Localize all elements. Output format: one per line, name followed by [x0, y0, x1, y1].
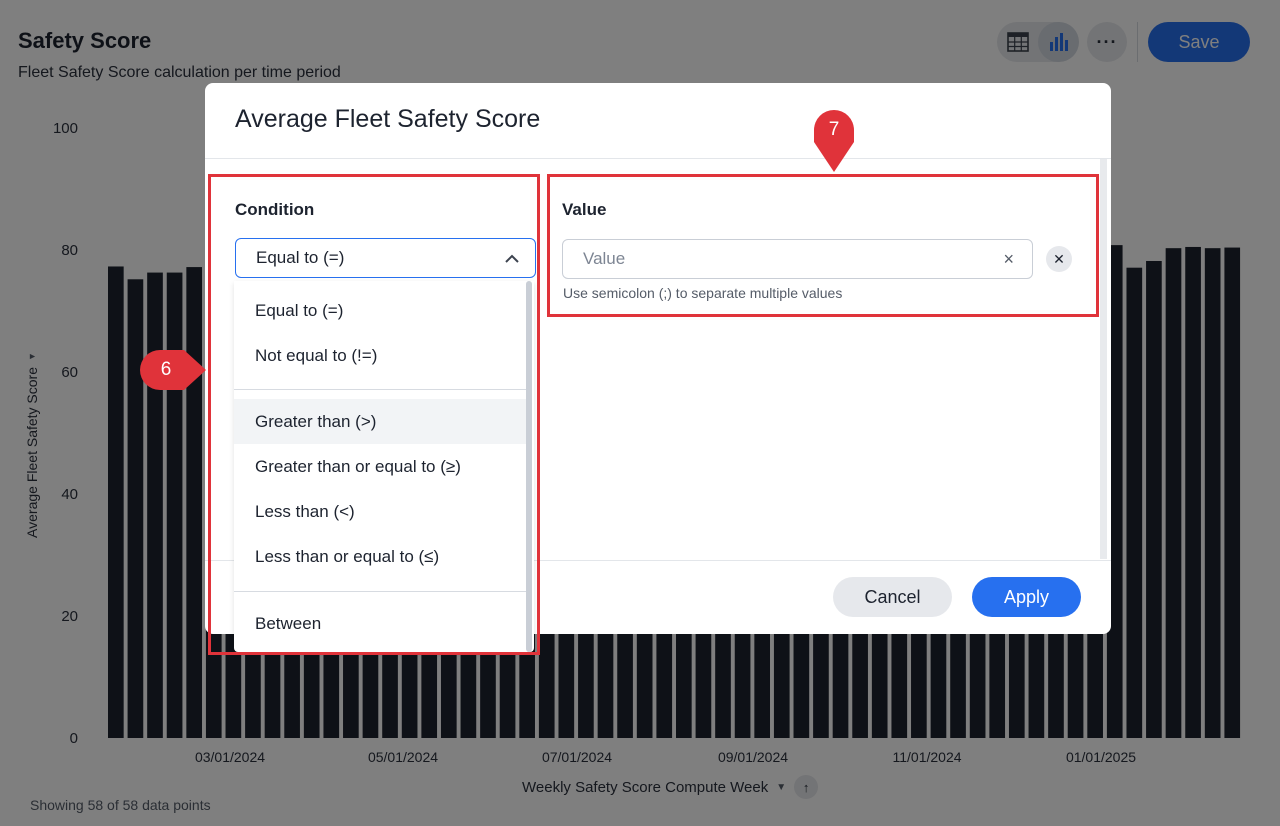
modal-header-divider	[205, 158, 1111, 159]
cancel-button[interactable]: Cancel	[833, 577, 952, 617]
modal-title: Average Fleet Safety Score	[235, 105, 541, 133]
callout-box-condition	[208, 174, 540, 655]
apply-button[interactable]: Apply	[972, 577, 1081, 617]
modal-scrollbar[interactable]	[1100, 159, 1107, 559]
callout-marker-6: 6	[160, 359, 172, 380]
callout-marker-7: 7	[828, 119, 840, 140]
callout-box-value	[547, 174, 1099, 317]
